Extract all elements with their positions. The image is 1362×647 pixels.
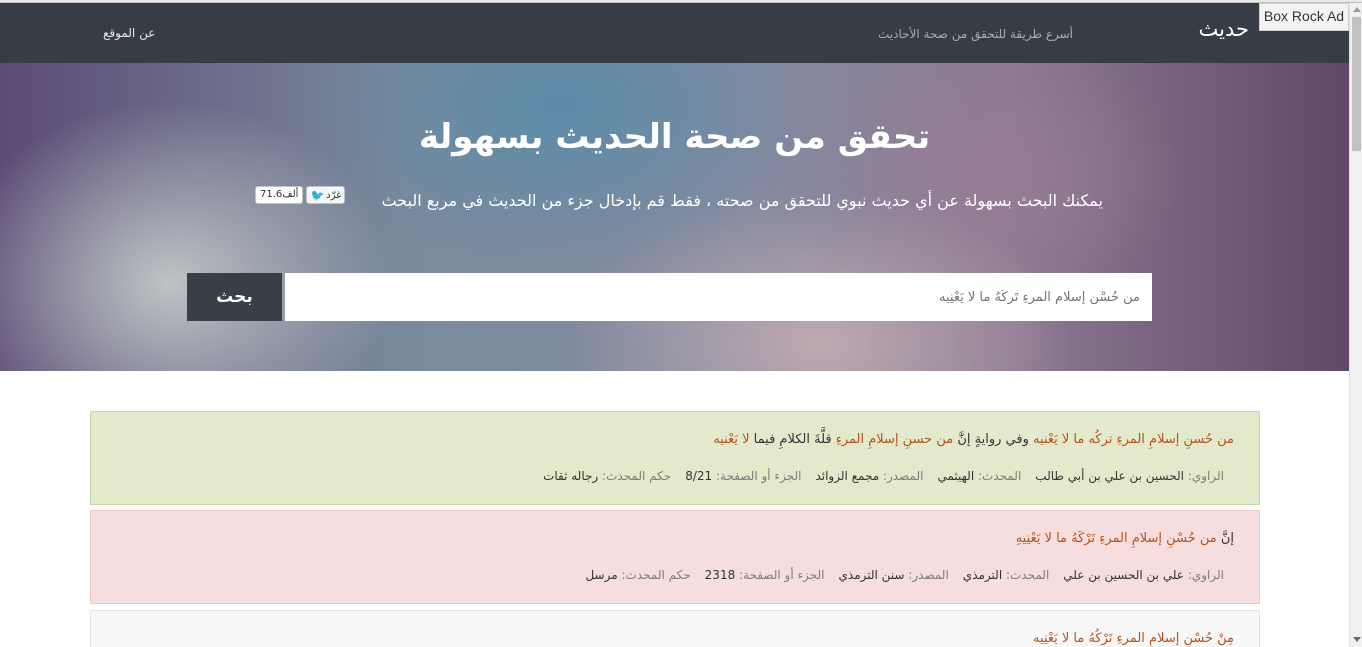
hadith-text: مِنْ حُسْنِ إسلامِ المرءِ تَرْكُهُ ما لا… [1033,631,1234,646]
tweet-label: غرّد [326,189,342,201]
scholar: المحدث: الهيثمي [937,469,1022,483]
tweet-share-widget: 🐦 غرّد 71.6ألف [255,186,346,204]
ruling: حكم المحدث: مرسل [585,568,691,582]
search-button[interactable]: بحث [187,273,282,321]
scholar: المحدث: الترمذي [962,568,1050,582]
ad-box[interactable]: Box Rock Ad [1259,3,1349,31]
site-tagline: أسرع طريقة للتحقق من صحة الأحاديث [878,27,1073,41]
hero-title: تحقق من صحة الحديث بسهولة [418,117,931,157]
source: المصدر: سنن الترمذي [838,568,949,582]
scroll-down-arrow-icon[interactable] [1353,637,1361,642]
hero-section: تحقق من صحة الحديث بسهولة يمكنك البحث بس… [0,63,1349,371]
page-ref: الجزء أو الصفحة: 2318 [704,568,825,582]
source: المصدر: مجمع الزوائد [815,469,924,483]
result-item: مِنْ حُسْنِ إسلامِ المرءِ تَرْكُهُ ما لا… [90,610,1260,647]
narrator: الراوي: علي بن الحسين بن علي [1063,568,1224,582]
narrator: الراوي: الحسين بن علي بن أبي طالب [1035,469,1224,483]
ruling: حكم المحدث: رجاله ثقات [543,469,672,483]
vertical-scrollbar[interactable] [1349,3,1362,647]
navbar: حديث أسرع طريقة للتحقق من صحة الأحاديث ع… [0,3,1349,63]
page-ref: الجزء أو الصفحة: 8/21 [685,469,802,483]
search-input[interactable] [285,273,1152,321]
hadith-meta: الراوي: علي بن الحسين بن علي المحدث: الت… [585,568,1224,582]
tweet-button[interactable]: 🐦 غرّد [306,186,346,204]
twitter-bird-icon: 🐦 [310,188,325,202]
hadith-text: إنَّ من حُسْنِ إسلامِ المرءِ تَرْكَهُ ما… [1015,531,1234,546]
hadith-text: من حُسنِ إسلامِ المرءِ تركُه ما لا يَعْن… [713,432,1234,447]
tweet-count: 71.6ألف [255,186,304,204]
result-item: من حُسنِ إسلامِ المرءِ تركُه ما لا يَعْن… [90,411,1260,505]
result-item: إنَّ من حُسْنِ إسلامِ المرءِ تَرْكَهُ ما… [90,510,1260,604]
brand-logo-link[interactable]: حديث [1199,17,1249,41]
hadith-meta: الراوي: الحسين بن علي بن أبي طالب المحدث… [543,469,1224,483]
scroll-thumb[interactable] [1352,17,1361,151]
hero-subtitle: يمكنك البحث بسهولة عن أي حديث نبوي للتحق… [381,191,1103,210]
scroll-up-arrow-icon[interactable] [1353,7,1361,12]
about-link[interactable]: عن الموقع [103,26,155,40]
